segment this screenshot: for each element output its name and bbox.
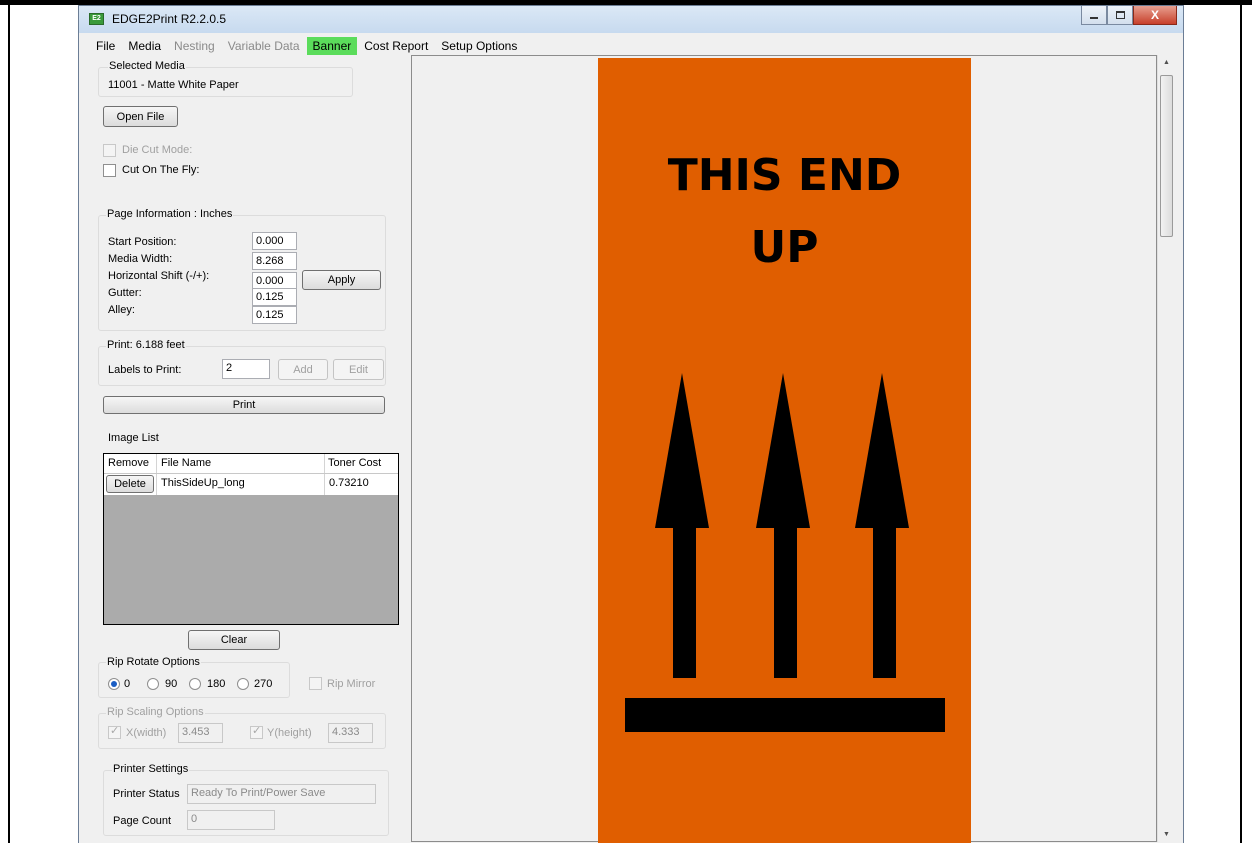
printer-settings-group-label: Printer Settings bbox=[112, 763, 190, 775]
labels-to-print-input[interactable]: 2 bbox=[222, 359, 270, 379]
file-name-cell: ThisSideUp_long bbox=[157, 474, 325, 495]
arrow-shaft-left bbox=[673, 528, 696, 678]
rotate-0-label: 0 bbox=[124, 678, 131, 690]
printer-status-label: Printer Status bbox=[113, 788, 180, 800]
screen-right-edge bbox=[1240, 5, 1242, 843]
base-bar bbox=[625, 698, 945, 732]
rotate-180-radio[interactable] bbox=[189, 678, 201, 690]
menu-cost-report[interactable]: Cost Report bbox=[364, 37, 428, 55]
x-width-checkbox[interactable] bbox=[108, 724, 121, 739]
window-controls: X bbox=[1081, 6, 1177, 26]
edit-button[interactable]: Edit bbox=[333, 359, 384, 380]
maximize-button[interactable] bbox=[1107, 6, 1133, 25]
arrow-head-middle bbox=[756, 373, 810, 528]
gutter-label: Gutter: bbox=[108, 287, 142, 299]
rotate-270-label: 270 bbox=[254, 678, 273, 690]
minimize-icon bbox=[1090, 17, 1098, 19]
preview-scrollbar[interactable]: ▲ ▼ bbox=[1157, 55, 1174, 842]
menu-media[interactable]: Media bbox=[128, 37, 161, 55]
alley-input[interactable]: 0.125 bbox=[252, 306, 297, 324]
printer-status-field: Ready To Print/Power Save bbox=[187, 784, 376, 804]
arrow-shaft-middle bbox=[774, 528, 797, 678]
window-title: EDGE2Print R2.2.0.5 bbox=[112, 12, 227, 26]
selected-media-value: 11001 - Matte White Paper bbox=[108, 79, 239, 91]
scroll-up-icon[interactable]: ▲ bbox=[1158, 59, 1175, 66]
rotate-180-label: 180 bbox=[207, 678, 226, 690]
maximize-icon bbox=[1115, 11, 1125, 19]
page-information-group-label: Page Information : Inches bbox=[106, 208, 234, 220]
print-feet-label: Print: 6.188 feet bbox=[106, 339, 186, 351]
menu-file[interactable]: File bbox=[96, 37, 115, 55]
print-button[interactable]: Print bbox=[103, 396, 385, 414]
rotate-270-radio[interactable] bbox=[237, 678, 249, 690]
column-header-toner-cost[interactable]: Toner Cost bbox=[325, 454, 398, 473]
start-position-input[interactable]: 0.000 bbox=[252, 232, 297, 250]
toner-cost-cell: 0.73210 bbox=[329, 477, 369, 489]
page-count-label: Page Count bbox=[113, 815, 172, 827]
menu-bar: File Media Nesting Variable Data Banner … bbox=[79, 36, 1183, 56]
x-width-label: X(width) bbox=[126, 727, 167, 739]
screen-left-edge bbox=[8, 5, 10, 843]
menu-setup-options[interactable]: Setup Options bbox=[441, 37, 517, 55]
x-width-input[interactable]: 3.453 bbox=[178, 723, 223, 743]
selected-media-group-label: Selected Media bbox=[108, 60, 186, 72]
page-count-field: 0 bbox=[187, 810, 275, 830]
this-way-up-arrows-icon bbox=[625, 373, 945, 732]
print-preview-panel[interactable]: THIS END UP bbox=[411, 55, 1157, 843]
menu-banner[interactable]: Banner bbox=[306, 37, 358, 55]
close-icon: X bbox=[1150, 8, 1159, 22]
delete-button[interactable]: Delete bbox=[106, 475, 154, 493]
rotate-0-radio[interactable] bbox=[108, 678, 120, 690]
title-bar[interactable]: E2 EDGE2Print R2.2.0.5 X bbox=[79, 6, 1183, 33]
rip-scaling-group-label: Rip Scaling Options bbox=[106, 706, 205, 718]
arrow-head-right bbox=[855, 373, 909, 528]
y-height-input[interactable]: 4.333 bbox=[328, 723, 373, 743]
media-width-input[interactable]: 8.268 bbox=[252, 252, 297, 270]
start-position-label: Start Position: bbox=[108, 236, 177, 248]
labels-to-print-label: Labels to Print: bbox=[108, 364, 182, 376]
arrow-shaft-right bbox=[873, 528, 896, 678]
scroll-down-icon[interactable]: ▼ bbox=[1158, 831, 1175, 838]
image-list-title: Image List bbox=[108, 432, 159, 444]
clear-button[interactable]: Clear bbox=[188, 630, 280, 650]
rotate-90-radio[interactable] bbox=[147, 678, 159, 690]
cut-on-the-fly-label: Cut On The Fly: bbox=[122, 164, 200, 176]
remove-cell: Delete bbox=[104, 474, 157, 495]
menu-nesting[interactable]: Nesting bbox=[174, 37, 215, 55]
horizontal-shift-label: Horizontal Shift (-/+): bbox=[108, 270, 210, 282]
open-file-button[interactable]: Open File bbox=[103, 106, 178, 127]
image-list-grid: Remove File Name Toner Cost Delete ThisS… bbox=[103, 453, 399, 625]
add-button[interactable]: Add bbox=[278, 359, 328, 380]
close-button[interactable]: X bbox=[1133, 6, 1177, 25]
menu-variable-data[interactable]: Variable Data bbox=[228, 37, 300, 55]
y-height-checkbox[interactable] bbox=[250, 724, 263, 739]
rip-mirror-checkbox[interactable] bbox=[309, 677, 322, 690]
image-list-header: Remove File Name Toner Cost bbox=[104, 454, 398, 474]
scrollbar-thumb[interactable] bbox=[1160, 75, 1173, 237]
arrow-head-left bbox=[655, 373, 709, 528]
rip-rotate-group-label: Rip Rotate Options bbox=[106, 656, 201, 668]
alley-label: Alley: bbox=[108, 304, 135, 316]
rotate-90-label: 90 bbox=[165, 678, 178, 690]
die-cut-mode-checkbox[interactable] bbox=[103, 144, 116, 157]
rip-mirror-label: Rip Mirror bbox=[327, 678, 376, 690]
cut-on-the-fly-checkbox[interactable] bbox=[103, 164, 116, 177]
apply-button[interactable]: Apply bbox=[302, 270, 381, 290]
column-header-remove[interactable]: Remove bbox=[104, 454, 157, 473]
table-row[interactable]: Delete ThisSideUp_long 0.73210 bbox=[104, 474, 398, 495]
app-logo-icon: E2 bbox=[89, 13, 104, 25]
y-height-label: Y(height) bbox=[267, 727, 312, 739]
minimize-button[interactable] bbox=[1081, 6, 1107, 25]
gutter-input[interactable]: 0.125 bbox=[252, 288, 297, 306]
column-header-file-name[interactable]: File Name bbox=[157, 454, 325, 473]
die-cut-mode-label: Die Cut Mode: bbox=[122, 144, 193, 156]
label-artwork: THIS END UP bbox=[598, 58, 971, 843]
media-width-label: Media Width: bbox=[108, 253, 173, 265]
